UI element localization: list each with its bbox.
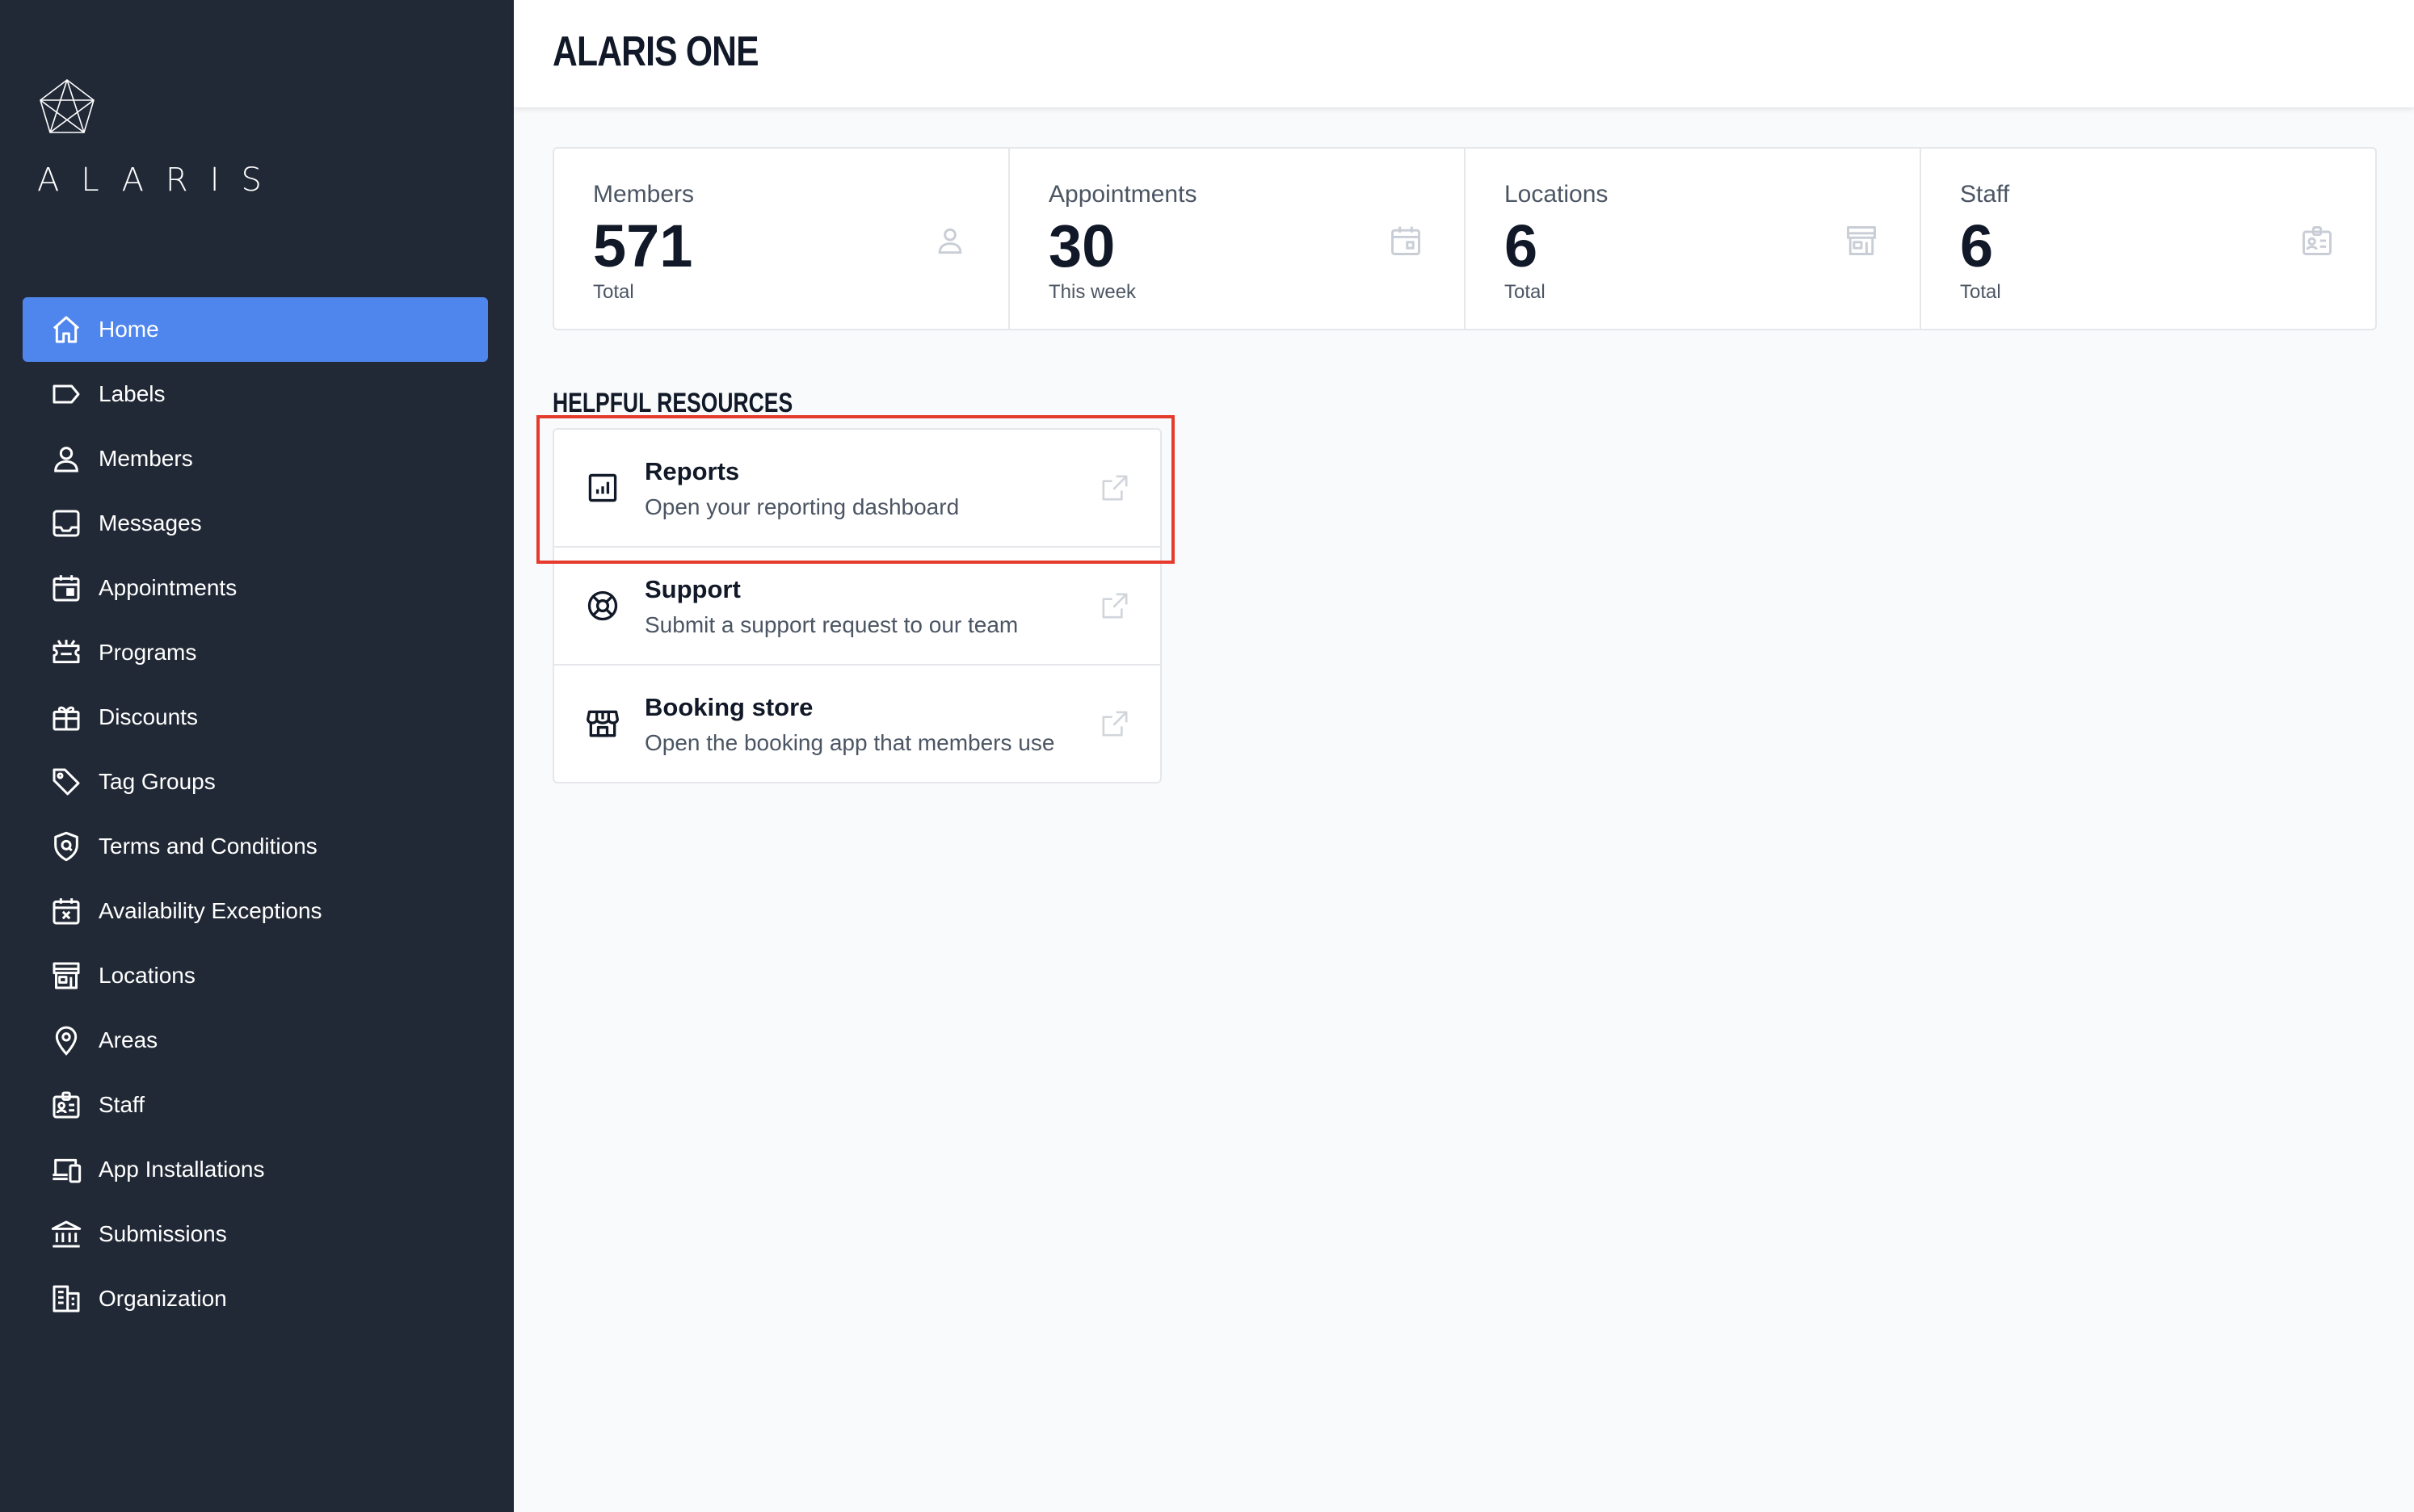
sidebar-item-label: App Installations (99, 1157, 265, 1182)
sidebar-item-label: Availability Exceptions (99, 898, 322, 923)
logo-mark-icon (40, 78, 95, 133)
section-heading: HELPFUL RESOURCES (553, 388, 793, 418)
stats-panel: Members 571 Total Appointments 30 This w… (553, 147, 2377, 330)
stat-subtitle: Total (1960, 281, 2001, 303)
external-link-icon[interactable] (1099, 472, 1131, 504)
sidebar-item-staff[interactable]: Staff (23, 1073, 488, 1137)
tag-icon (50, 766, 82, 798)
resource-item-booking-store[interactable]: Booking store Open the booking app that … (554, 666, 1160, 782)
sidebar-item-label: Organization (99, 1286, 227, 1311)
shield-icon (50, 830, 82, 863)
stat-value: 571 (593, 212, 693, 279)
store-icon (1844, 223, 1879, 258)
sidebar-item-label: Areas (99, 1027, 158, 1052)
stat-label: Members (593, 181, 695, 208)
inbox-icon (50, 507, 82, 540)
resources-list: Reports Open your reporting dashboard Su… (553, 428, 1162, 783)
stat-subtitle: This week (1049, 281, 1137, 303)
stat-card-staff: Staff 6 Total (1921, 149, 2375, 329)
chart-icon (585, 470, 620, 506)
brand-wordmark: ALARIS (37, 162, 284, 199)
sidebar-nav: Home Labels Members Messages Appointment… (23, 297, 488, 1331)
sidebar-item-label: Terms and Conditions (99, 834, 318, 859)
sidebar-item-availability-exceptions[interactable]: Availability Exceptions (23, 879, 488, 943)
sidebar-item-label: Appointments (99, 575, 238, 600)
sidebar-item-label: Discounts (99, 704, 198, 729)
sidebar-item-submissions[interactable]: Submissions (23, 1202, 488, 1266)
sidebar-item-label: Staff (99, 1092, 145, 1117)
stat-card-members: Members 571 Total (554, 149, 1010, 329)
alaris-logo[interactable]: ALARIS (37, 78, 304, 199)
resource-description: Open the booking app that members use (645, 730, 1055, 755)
stat-label: Locations (1504, 181, 1609, 208)
page-title: ALARIS ONE (553, 28, 759, 75)
store-icon (50, 960, 82, 992)
sidebar-item-locations[interactable]: Locations (23, 943, 488, 1008)
ticket-icon (50, 636, 82, 669)
sidebar-item-label: Tag Groups (99, 769, 216, 794)
stat-card-locations: Locations 6 Total (1466, 149, 1921, 329)
resource-item-reports[interactable]: Reports Open your reporting dashboard (554, 430, 1160, 548)
sidebar-item-areas[interactable]: Areas (23, 1008, 488, 1073)
sidebar-item-label: Home (99, 317, 159, 342)
resource-title: Reports (645, 457, 740, 485)
sidebar: ALARIS Home Labels Members Messages Appo… (0, 0, 514, 1512)
stat-subtitle: Total (1504, 281, 1546, 303)
sidebar-item-organization[interactable]: Organization (23, 1266, 488, 1331)
sidebar-item-app-installations[interactable]: App Installations (23, 1137, 488, 1202)
stat-label: Appointments (1049, 181, 1197, 208)
sidebar-item-label: Members (99, 446, 193, 471)
sidebar-item-members[interactable]: Members (23, 426, 488, 491)
calendar-icon (1388, 223, 1424, 258)
external-link-icon[interactable] (1099, 590, 1131, 622)
resource-description: Open your reporting dashboard (645, 494, 960, 519)
id-badge-icon (50, 1089, 82, 1121)
stat-subtitle: Total (593, 281, 634, 303)
bank-icon (50, 1218, 82, 1250)
resource-title: Support (645, 575, 741, 603)
stat-card-appointments: Appointments 30 This week (1010, 149, 1466, 329)
sidebar-item-tag-groups[interactable]: Tag Groups (23, 750, 488, 814)
calendar-x-icon (50, 895, 82, 927)
building-icon (50, 1283, 82, 1315)
sidebar-item-label: Labels (99, 381, 166, 406)
sidebar-item-appointments[interactable]: Appointments (23, 556, 488, 620)
sidebar-item-label: Programs (99, 640, 197, 665)
external-link-icon[interactable] (1099, 708, 1131, 740)
sidebar-item-terms-and-conditions[interactable]: Terms and Conditions (23, 814, 488, 879)
home-icon (50, 313, 82, 346)
calendar-icon (50, 572, 82, 604)
sidebar-item-label: Messages (99, 510, 202, 536)
id-badge-icon (2299, 223, 2335, 258)
resource-title: Booking store (645, 693, 814, 721)
devices-icon (50, 1153, 82, 1186)
resource-item-support[interactable]: Support Submit a support request to our … (554, 548, 1160, 666)
stat-value: 6 (1960, 212, 1994, 279)
resource-description: Submit a support request to our team (645, 612, 1019, 637)
user-icon (932, 223, 968, 258)
sidebar-item-messages[interactable]: Messages (23, 491, 488, 556)
map-pin-icon (50, 1024, 82, 1056)
stat-value: 30 (1049, 212, 1116, 279)
sidebar-item-discounts[interactable]: Discounts (23, 685, 488, 750)
label-icon (50, 378, 82, 410)
sidebar-item-home[interactable]: Home (23, 297, 488, 362)
stat-value: 6 (1504, 212, 1538, 279)
sidebar-item-label: Submissions (99, 1221, 227, 1246)
sidebar-item-label: Locations (99, 963, 196, 988)
gift-icon (50, 701, 82, 733)
user-icon (50, 443, 82, 475)
stat-label: Staff (1960, 181, 2010, 208)
top-header: ALARIS ONE (514, 0, 2414, 108)
lifebuoy-icon (585, 588, 620, 624)
sidebar-item-programs[interactable]: Programs (23, 620, 488, 685)
store-icon (585, 706, 620, 741)
sidebar-item-labels[interactable]: Labels (23, 362, 488, 426)
